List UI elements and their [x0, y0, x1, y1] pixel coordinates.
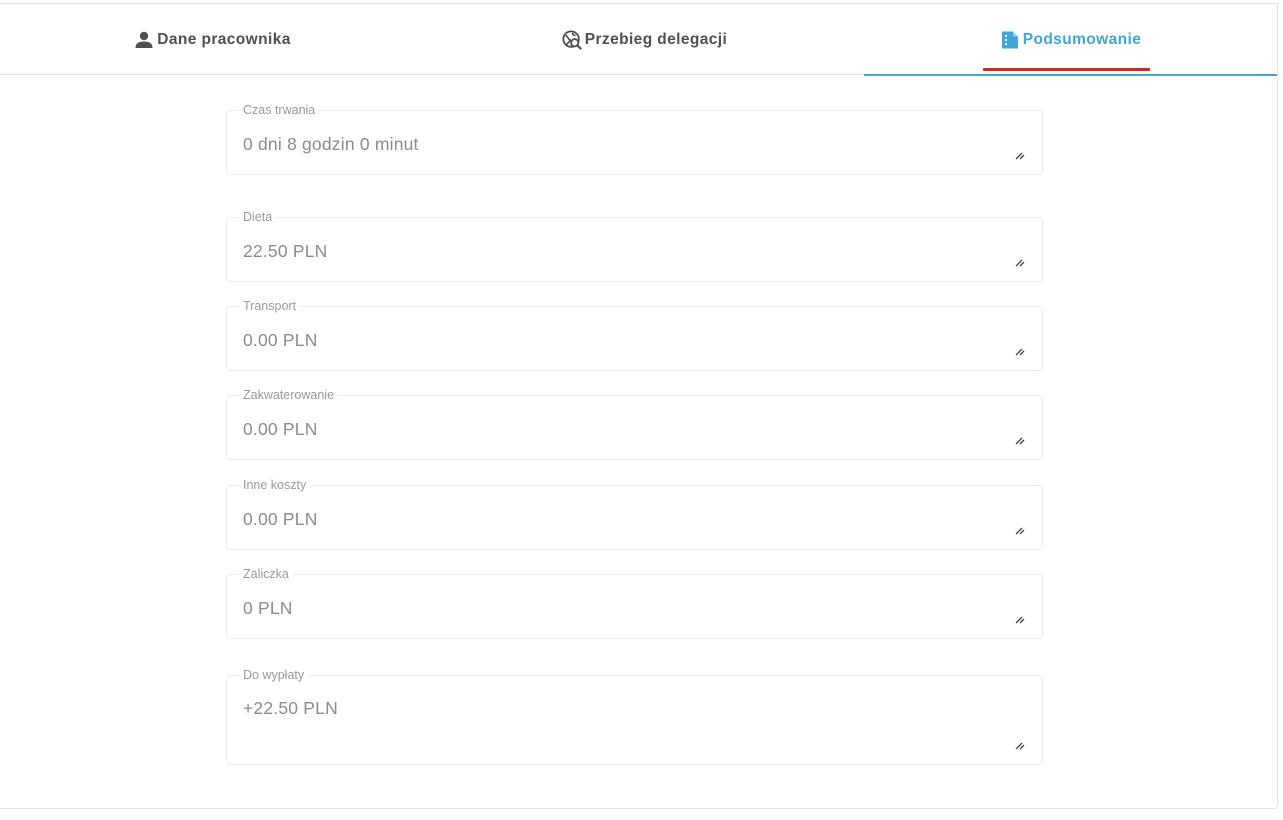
field-zakwaterowanie[interactable]: Zakwaterowanie 0.00 PLN	[226, 388, 1043, 460]
field-dieta[interactable]: Dieta 22.50 PLN	[226, 210, 1043, 282]
field-czas-trwania[interactable]: Czas trwania 0 dni 8 godzin 0 minut	[226, 103, 1043, 175]
resize-handle-icon[interactable]	[1014, 343, 1026, 356]
field-value: 0 dni 8 godzin 0 minut	[243, 134, 419, 154]
tab-przebieg-delegacji[interactable]: Przebieg delegacji	[432, 4, 857, 75]
resize-handle-icon[interactable]	[1014, 611, 1026, 624]
resize-handle-icon[interactable]	[1014, 432, 1026, 445]
field-value: 0.00 PLN	[243, 509, 318, 529]
field-label: Transport	[239, 299, 301, 313]
field-do-wyplaty[interactable]: Do wypłaty +22.50 PLN	[226, 668, 1043, 765]
field-label: Do wypłaty	[239, 668, 309, 682]
field-label: Dieta	[239, 210, 277, 224]
field-label: Inne koszty	[239, 478, 311, 492]
field-value: +22.50 PLN	[243, 698, 338, 718]
tab-label: Dane pracownika	[157, 30, 291, 48]
resize-handle-icon[interactable]	[1014, 254, 1026, 267]
field-inne-koszty[interactable]: Inne koszty 0.00 PLN	[226, 478, 1043, 550]
resize-handle-icon[interactable]	[1014, 147, 1026, 160]
tab-label: Podsumowanie	[1022, 30, 1142, 48]
tab-dane-pracownika[interactable]: Dane pracownika	[0, 4, 425, 75]
highlight-underline	[983, 68, 1150, 71]
tab-label: Przebieg delegacji	[584, 30, 728, 48]
field-label: Zakwaterowanie	[239, 388, 339, 402]
document-icon	[1000, 30, 1020, 50]
field-value: 0 PLN	[243, 598, 293, 618]
resize-handle-icon[interactable]	[1014, 522, 1026, 535]
globe-search-icon	[562, 29, 582, 50]
field-value: 22.50 PLN	[243, 241, 328, 261]
field-label: Czas trwania	[239, 103, 320, 117]
tab-bar: Dane pracownika Przebieg delegacji Podsu…	[0, 4, 1277, 76]
person-icon	[134, 30, 154, 50]
tab-podsumowanie[interactable]: Podsumowanie	[864, 4, 1277, 76]
field-value: 0.00 PLN	[243, 330, 318, 350]
active-tab-indicator	[864, 74, 1277, 76]
field-zaliczka[interactable]: Zaliczka 0 PLN	[226, 567, 1043, 639]
resize-handle-icon[interactable]	[1014, 737, 1026, 750]
field-label: Zaliczka	[239, 567, 293, 581]
field-value: 0.00 PLN	[243, 419, 318, 439]
field-transport[interactable]: Transport 0.00 PLN	[226, 299, 1043, 371]
